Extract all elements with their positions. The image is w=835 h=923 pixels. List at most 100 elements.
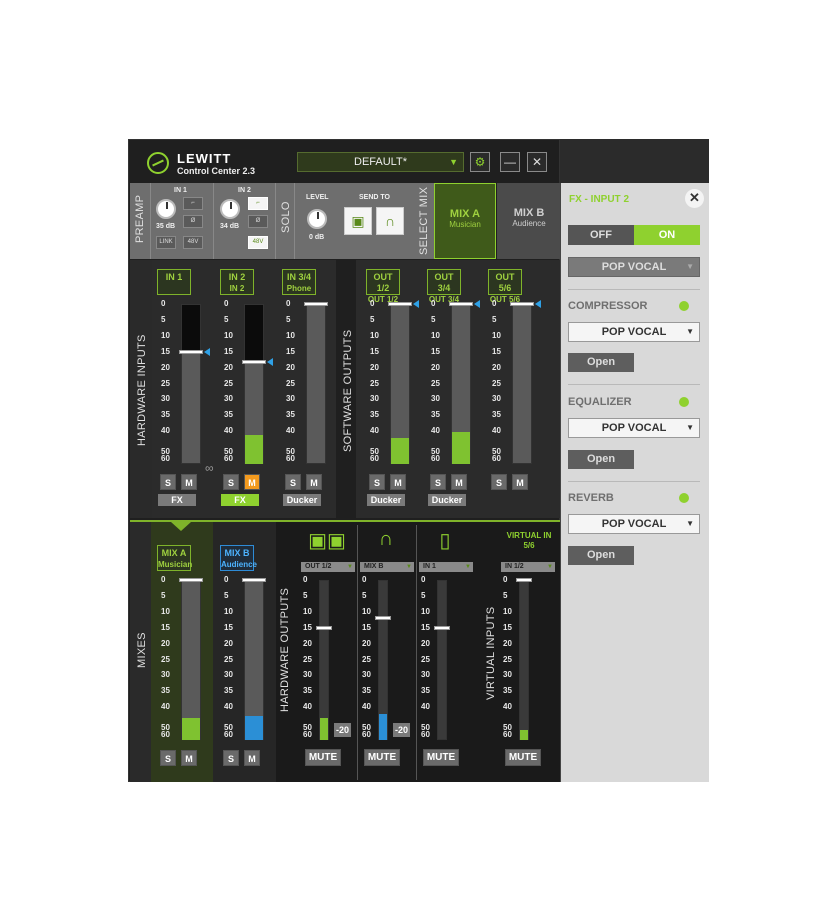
hw-output-fader-thumb[interactable]	[434, 626, 450, 630]
reverb-preset-select[interactable]: POP VOCAL	[568, 514, 700, 534]
input-2-mute-button[interactable]: M	[244, 474, 260, 490]
hw-output-source-select[interactable]: MIX B	[360, 562, 414, 572]
pad-minus20-button[interactable]: -20	[393, 723, 410, 737]
mix-a-fader-thumb[interactable]	[179, 578, 203, 582]
send-to-headphones-icon[interactable]: ∩	[376, 207, 404, 235]
input-1-fader-thumb[interactable]	[179, 350, 203, 354]
compressor-open-button[interactable]: Open	[568, 353, 634, 372]
software-output-2-solo-button[interactable]: S	[430, 474, 446, 490]
hw-output-mute-button[interactable]: MUTE	[364, 749, 400, 766]
hw-output-fader-track[interactable]	[319, 580, 329, 740]
input-3-fader-thumb[interactable]	[304, 302, 328, 306]
software-output-1-title[interactable]: OUT 1/2 OUT 1/2	[366, 269, 400, 304]
compressor-preset-select[interactable]: POP VOCAL	[568, 322, 700, 342]
virtual-in-source-select[interactable]: IN 1/2	[501, 562, 555, 572]
input-2-fx-button[interactable]: FX	[221, 494, 259, 506]
input-1-title[interactable]: IN 1	[157, 269, 191, 295]
software-output-3-title[interactable]: OUT 5/6 OUT 5/6	[488, 269, 522, 304]
mix-a-mute-button[interactable]: M	[181, 750, 197, 766]
fx-on-option[interactable]: ON	[634, 225, 700, 245]
db-scale-label: 10	[161, 607, 170, 616]
mix-b-fader-thumb[interactable]	[242, 578, 266, 582]
minimize-button[interactable]: —	[500, 152, 520, 172]
hw-output-source-select[interactable]: OUT 1/2	[301, 562, 355, 572]
select-mix-b-button[interactable]: MIX B Audience	[497, 183, 561, 259]
software-output-2-title[interactable]: OUT 3/4 OUT 3/4	[427, 269, 461, 304]
virtual-in-fader-thumb[interactable]	[516, 578, 532, 582]
db-scale-label: 0	[161, 575, 166, 584]
software-output-1-mute-button[interactable]: M	[390, 474, 406, 490]
hw-output-fader-track[interactable]	[437, 580, 447, 740]
pad-minus20-button[interactable]: -20	[334, 723, 351, 737]
input-3-fader-track[interactable]	[306, 304, 326, 464]
hw-output-mute-button[interactable]: MUTE	[305, 749, 341, 766]
fx-preset-select[interactable]: POP VOCAL	[568, 257, 700, 277]
settings-gear-icon[interactable]: ⚙	[470, 152, 490, 172]
software-output-2-ducker-button[interactable]: Ducker	[428, 494, 466, 506]
virtual-in-fader-track[interactable]	[519, 580, 529, 740]
hw-output-source-select[interactable]: IN 1	[419, 562, 473, 572]
level-knob[interactable]	[307, 209, 327, 229]
hw-output-fader-thumb[interactable]	[316, 626, 332, 630]
mix-b-solo-button[interactable]: S	[223, 750, 239, 766]
link-rings-icon[interactable]: ∞	[205, 461, 214, 475]
hw-output-fader-thumb[interactable]	[375, 616, 391, 621]
in1-highpass-button[interactable]: ⌐	[183, 197, 203, 210]
select-mix-a-button[interactable]: MIX A Musician	[434, 183, 496, 259]
input-1-fx-button[interactable]: FX	[158, 494, 196, 506]
in2-highpass-button[interactable]: ⌐	[248, 197, 268, 210]
db-scale-label: 35	[503, 686, 512, 695]
close-button[interactable]: ✕	[527, 152, 547, 172]
input-3-ducker-button[interactable]: Ducker	[283, 494, 321, 506]
fx-onoff-toggle[interactable]: OFF ON	[568, 225, 700, 245]
preset-select[interactable]: DEFAULT* ▼	[297, 152, 464, 172]
in1-phase-button[interactable]: Ø	[183, 215, 203, 228]
input-2-title[interactable]: IN 2 IN 2	[220, 269, 254, 295]
mix-a-solo-button[interactable]: S	[160, 750, 176, 766]
level-meter	[245, 716, 263, 740]
software-output-1-fader-thumb[interactable]	[388, 302, 412, 306]
send-to-speakers-icon[interactable]: ▣	[344, 207, 372, 235]
input-1-solo-button[interactable]: S	[160, 474, 176, 490]
software-output-3-fader-thumb[interactable]	[510, 302, 534, 306]
db-scale-label: 60	[362, 730, 371, 739]
fx-close-icon[interactable]: ✕	[685, 189, 704, 208]
software-output-1-solo-button[interactable]: S	[369, 474, 385, 490]
virtual-in-mute-button[interactable]: MUTE	[505, 749, 541, 766]
mix-a-title[interactable]: MIX A Musician	[157, 545, 192, 571]
mix-b-mute-button[interactable]: M	[244, 750, 260, 766]
software-output-1-ducker-button[interactable]: Ducker	[367, 494, 405, 506]
in2-gain-knob[interactable]	[220, 199, 240, 219]
software-output-3-fader-track[interactable]	[512, 304, 532, 464]
in1-gain-knob[interactable]	[156, 199, 176, 219]
software-output-3-solo-button[interactable]: S	[491, 474, 507, 490]
in2-phase-button[interactable]: Ø	[248, 215, 268, 228]
in1-48v-button[interactable]: 48V	[183, 236, 203, 249]
input-1-mute-button[interactable]: M	[181, 474, 197, 490]
db-scale-label: 0	[370, 299, 375, 308]
software-output-3-mute-button[interactable]: M	[512, 474, 528, 490]
db-scale-label: 15	[286, 347, 295, 356]
mix-b-title[interactable]: MIX B Audience	[220, 545, 257, 571]
software-output-2-fader-thumb[interactable]	[449, 302, 473, 306]
equalizer-open-button[interactable]: Open	[568, 450, 634, 469]
db-scale-label: 10	[224, 607, 233, 616]
input-3-solo-button[interactable]: S	[285, 474, 301, 490]
db-scale-label: 25	[370, 379, 379, 388]
db-scale-label: 40	[161, 702, 170, 711]
fx-off-option[interactable]: OFF	[568, 225, 634, 245]
in2-48v-button[interactable]: 48V	[248, 236, 268, 249]
input-2-solo-button[interactable]: S	[223, 474, 239, 490]
db-scale-label: 0	[286, 299, 291, 308]
mix-a-fader-track[interactable]	[181, 580, 201, 740]
in1-link-button[interactable]: LINK	[156, 236, 176, 249]
input-3-title[interactable]: IN 3/4 Phone	[282, 269, 316, 295]
db-scale-label: 20	[492, 363, 501, 372]
db-scale-label: 60	[303, 730, 312, 739]
software-output-2-mute-button[interactable]: M	[451, 474, 467, 490]
reverb-open-button[interactable]: Open	[568, 546, 634, 565]
equalizer-preset-select[interactable]: POP VOCAL	[568, 418, 700, 438]
hw-output-mute-button[interactable]: MUTE	[423, 749, 459, 766]
input-2-fader-thumb[interactable]	[242, 359, 266, 364]
input-3-mute-button[interactable]: M	[306, 474, 322, 490]
